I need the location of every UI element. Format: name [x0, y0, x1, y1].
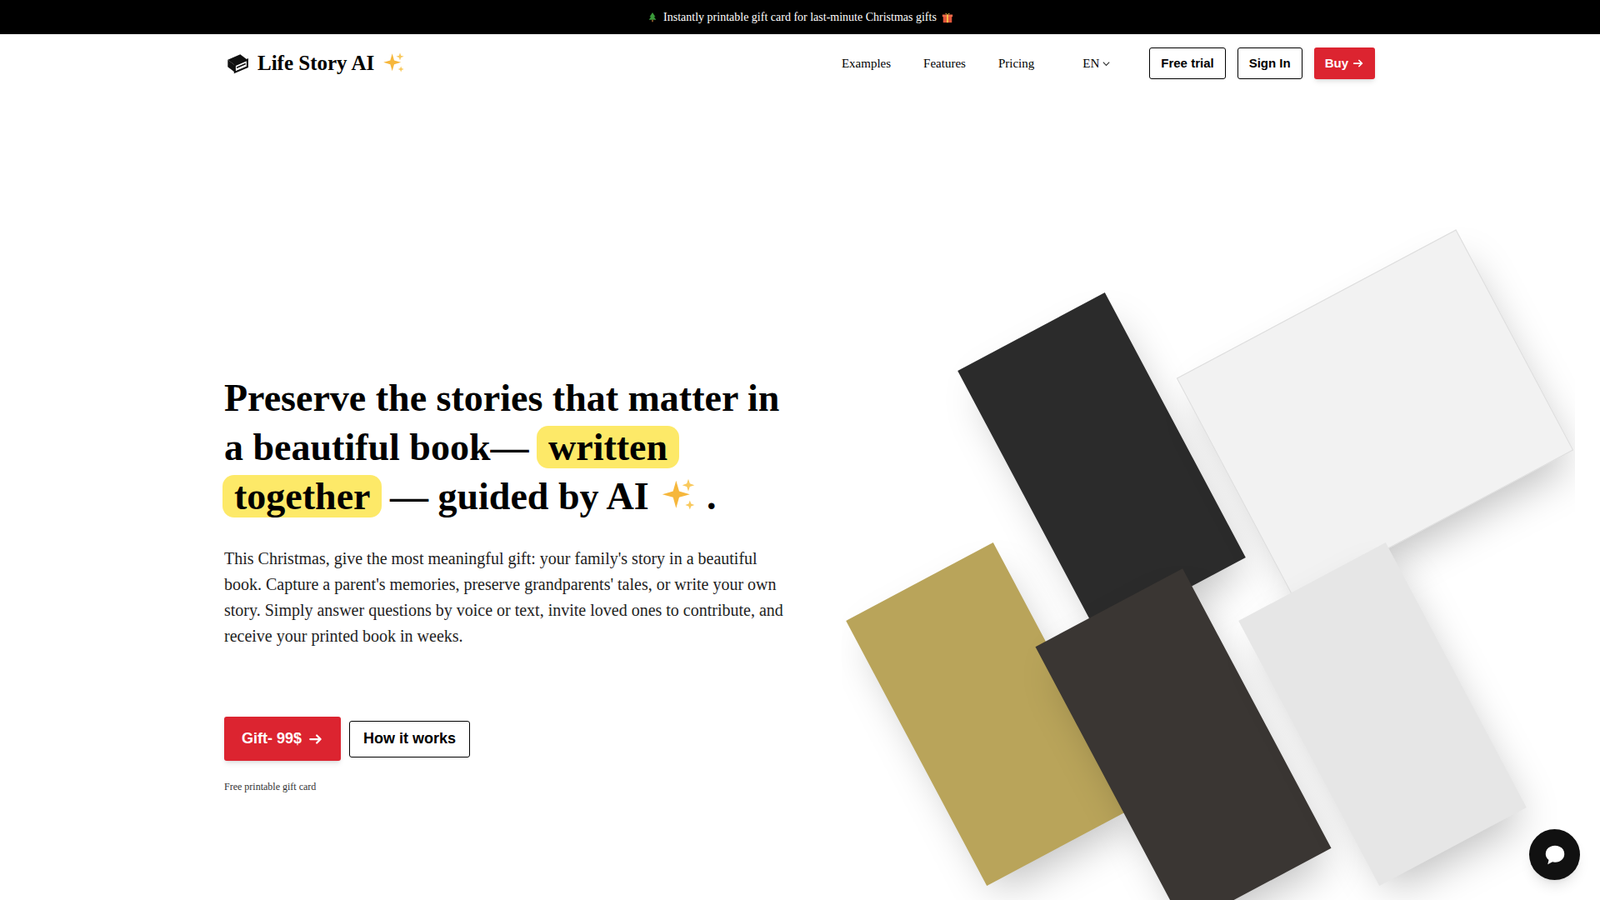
- button-label[interactable]: Buy: [1325, 54, 1349, 74]
- sparkle-icon: [382, 51, 406, 75]
- top-banner: Instantly printable gift card for last-m…: [0, 0, 1600, 35]
- button-label[interactable]: Sign In: [1249, 54, 1291, 74]
- nav-link[interactable]: Examples: [841, 54, 891, 74]
- heading-part: Preserve the stories that matter in a be…: [224, 376, 780, 469]
- logo[interactable]: Life Story AI: [224, 47, 406, 80]
- nav-buttons: Free trial Sign In Buy: [1149, 47, 1375, 80]
- heading-part: — guided by AI: [380, 475, 649, 518]
- language-label[interactable]: EN: [1082, 54, 1100, 74]
- nav-button[interactable]: Free trial: [1149, 47, 1225, 80]
- language-select[interactable]: EN: [1082, 54, 1111, 74]
- highlighted-word: written: [536, 425, 680, 469]
- arrow-right-icon: [1352, 57, 1365, 70]
- hero-buttons: Gift- 99$ How it works: [224, 716, 808, 761]
- hero: Preserve the stories that matter in a be…: [0, 92, 1600, 900]
- chat-icon: [1542, 842, 1568, 868]
- book-icon: [224, 52, 250, 75]
- logo-text[interactable]: Life Story AI: [257, 47, 375, 80]
- buy-button[interactable]: Buy: [1314, 47, 1375, 80]
- gift-button[interactable]: Gift- 99$: [224, 716, 341, 761]
- hero-description: This Christmas, give the most meaningful…: [224, 545, 791, 650]
- nav-link[interactable]: Pricing: [998, 54, 1035, 74]
- chat-button[interactable]: [1529, 829, 1580, 880]
- button-label[interactable]: Free trial: [1160, 54, 1214, 74]
- how-it-works-button[interactable]: How it works: [349, 720, 470, 758]
- button-label[interactable]: How it works: [363, 727, 456, 750]
- nav-link[interactable]: Features: [923, 54, 966, 74]
- tree-icon: [646, 11, 659, 24]
- button-label[interactable]: Gift- 99$: [241, 727, 302, 750]
- nav-links: Examples Features Pricing: [841, 54, 1035, 74]
- hero-heading: Preserve the stories that matter in a be…: [224, 373, 791, 521]
- gift-icon: [941, 11, 954, 24]
- navbar: Life Story AI Examples Features Pricing EN Fr…: [0, 34, 1600, 93]
- books-photo: [841, 214, 1575, 900]
- arrow-right-icon: [308, 731, 324, 747]
- hero-note: Free printable gift card: [224, 779, 808, 795]
- heading-part: .: [697, 475, 717, 518]
- hero-text: Preserve the stories that matter in a be…: [224, 92, 808, 900]
- nav-right: Examples Features Pricing EN Free trial Sign …: [841, 47, 1375, 80]
- highlighted-word: together: [222, 475, 382, 518]
- chevron-down-icon: [1101, 59, 1111, 69]
- banner-text: Instantly printable gift card for last-m…: [663, 8, 937, 26]
- sparkle-icon: [660, 477, 698, 515]
- nav-button[interactable]: Sign In: [1237, 47, 1303, 80]
